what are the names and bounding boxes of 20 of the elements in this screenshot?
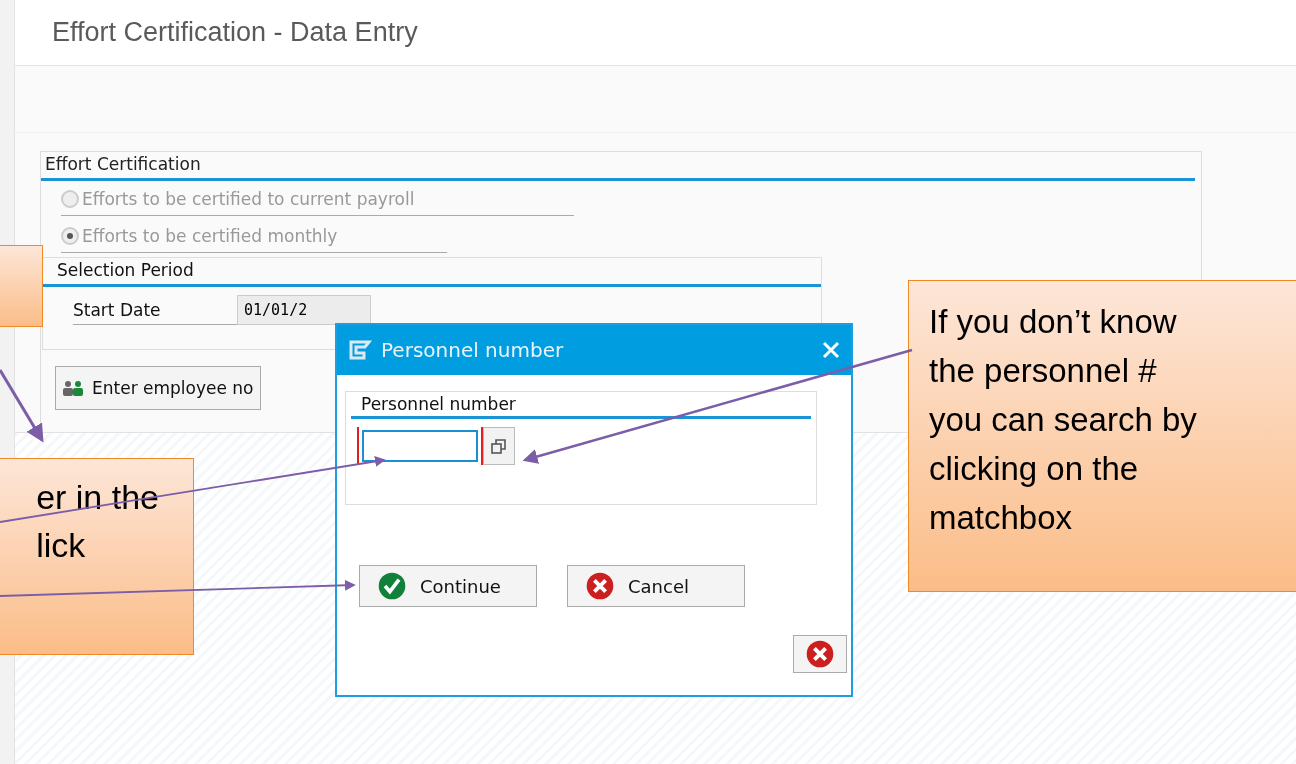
group-title: Selection Period bbox=[43, 258, 821, 287]
cancel-icon bbox=[586, 572, 614, 600]
cancel-button[interactable] bbox=[793, 635, 847, 673]
group-title: Effort Certification bbox=[41, 154, 1195, 181]
dialog-button[interactable]: Continue bbox=[359, 565, 537, 607]
dialog-title: Personnel number bbox=[381, 338, 565, 362]
check-icon bbox=[378, 572, 406, 600]
personnel-number-field[interactable] bbox=[357, 427, 483, 465]
callout-text: If you don’t know the personnel # you can search by clicking on the matchbox bbox=[928, 302, 1198, 538]
copy-icon bbox=[489, 436, 509, 456]
window-title: Effort Certification - Data Entry bbox=[52, 17, 418, 48]
section-title: Personnel number bbox=[351, 392, 811, 419]
date-field[interactable]: 01/01/2 bbox=[237, 295, 371, 325]
matchbox-button[interactable] bbox=[483, 427, 515, 465]
enter-employee-button[interactable]: Enter employee no bbox=[55, 366, 261, 410]
cancel-icon bbox=[806, 640, 834, 668]
callout-text: er in the lick bbox=[36, 477, 160, 566]
people-icon bbox=[62, 380, 84, 396]
close-icon[interactable] bbox=[821, 340, 841, 360]
dialog-button[interactable]: Cancel bbox=[567, 565, 745, 607]
